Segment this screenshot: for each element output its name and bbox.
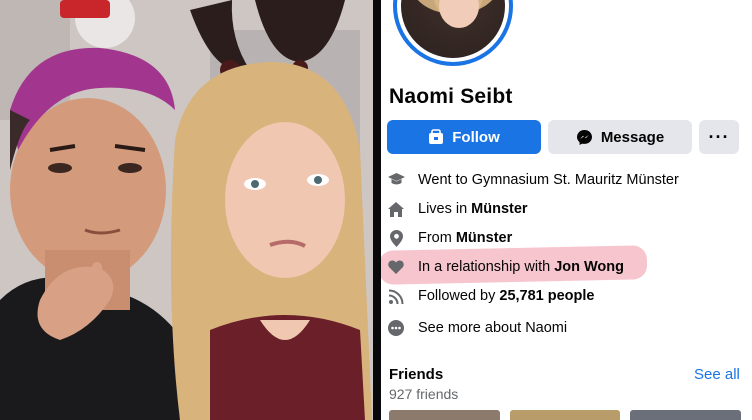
graduation-cap-icon [387,171,405,189]
detail-education: Went to Gymnasium St. Mauritz Münster [387,169,679,191]
message-button[interactable]: Message [548,120,692,154]
detail-relationship: In a relationship with Jon Wong [387,256,624,278]
more-options-button[interactable]: ··· [699,120,739,154]
see-all-friends-link[interactable]: See all [694,366,740,383]
detail-relationship-text: In a relationship with [418,259,551,275]
friend-thumbnail[interactable] [630,410,742,420]
friend-thumbnail[interactable] [389,410,500,420]
home-icon [387,200,405,218]
detail-from-place[interactable]: Münster [456,230,512,246]
profile-avatar[interactable] [393,0,513,66]
couple-photo [0,0,373,420]
avatar-face [439,0,479,28]
detail-from-text: From [418,230,452,246]
friends-count: 927 friends [389,386,459,402]
photo-illustration [0,0,373,420]
avatar-border [397,0,509,62]
friend-thumbnail[interactable] [509,410,621,420]
see-more-about[interactable]: See more about Naomi [387,317,567,339]
detail-followers-count[interactable]: 25,781 people [499,288,594,304]
follow-button-label: Follow [452,128,500,146]
location-pin-icon [387,229,405,247]
avatar-image [401,0,505,58]
see-more-about-text: See more about Naomi [418,320,568,336]
detail-followers: Followed by 25,781 people [387,285,594,307]
profile-panel: Naomi Seibt Follow Message ··· Went to G… [381,0,752,420]
messenger-icon [576,129,592,145]
friend-thumbnails [389,410,742,420]
panel-divider [373,0,381,420]
friends-heading: Friends [389,366,444,383]
detail-lives-in-place[interactable]: Münster [471,201,527,217]
detail-followers-text: Followed by [418,288,496,304]
follow-button[interactable]: Follow [387,120,541,154]
more-dots-icon [387,319,405,337]
more-dots-icon: ··· [708,126,730,147]
detail-lives-in: Lives in Münster [387,198,528,220]
rss-icon [387,287,405,305]
follow-icon [429,129,444,144]
detail-education-text: Went to Gymnasium St. Mauritz Münster [418,172,679,188]
detail-from: From Münster [387,227,512,249]
message-button-label: Message [600,128,665,146]
detail-lives-in-text: Lives in [418,201,468,217]
heart-icon [387,258,405,276]
detail-relationship-partner[interactable]: Jon Wong [554,259,624,275]
profile-name: Naomi Seibt [389,85,513,108]
